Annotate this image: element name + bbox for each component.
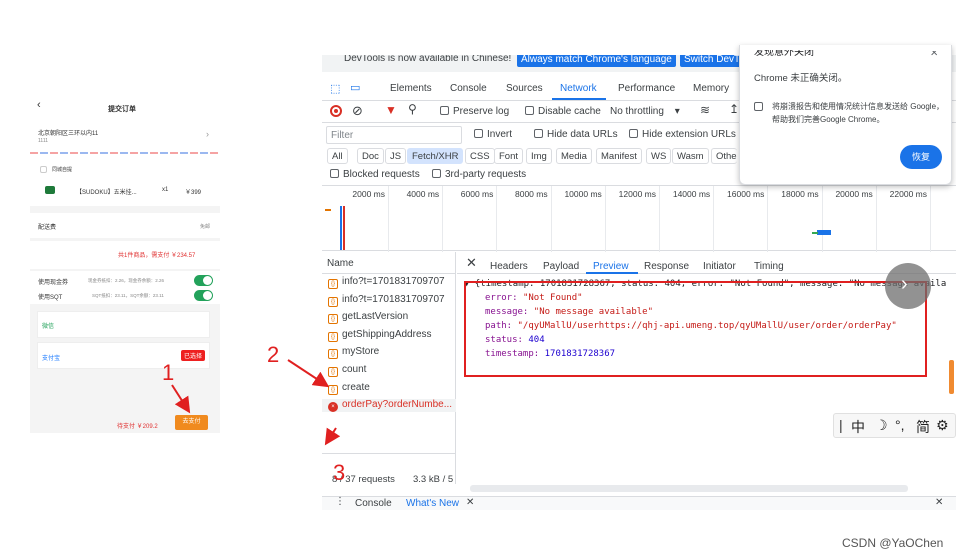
arrow-2 [287,359,330,388]
arrow-3 [324,427,341,446]
annotation-arrows [171,359,341,446]
annotation-1: 1 [162,360,175,385]
watermark: CSDN @YaOChen [842,536,944,550]
annotation-3: 3 [333,460,346,485]
arrow-1 [171,384,191,414]
annotation-2: 2 [267,342,280,367]
